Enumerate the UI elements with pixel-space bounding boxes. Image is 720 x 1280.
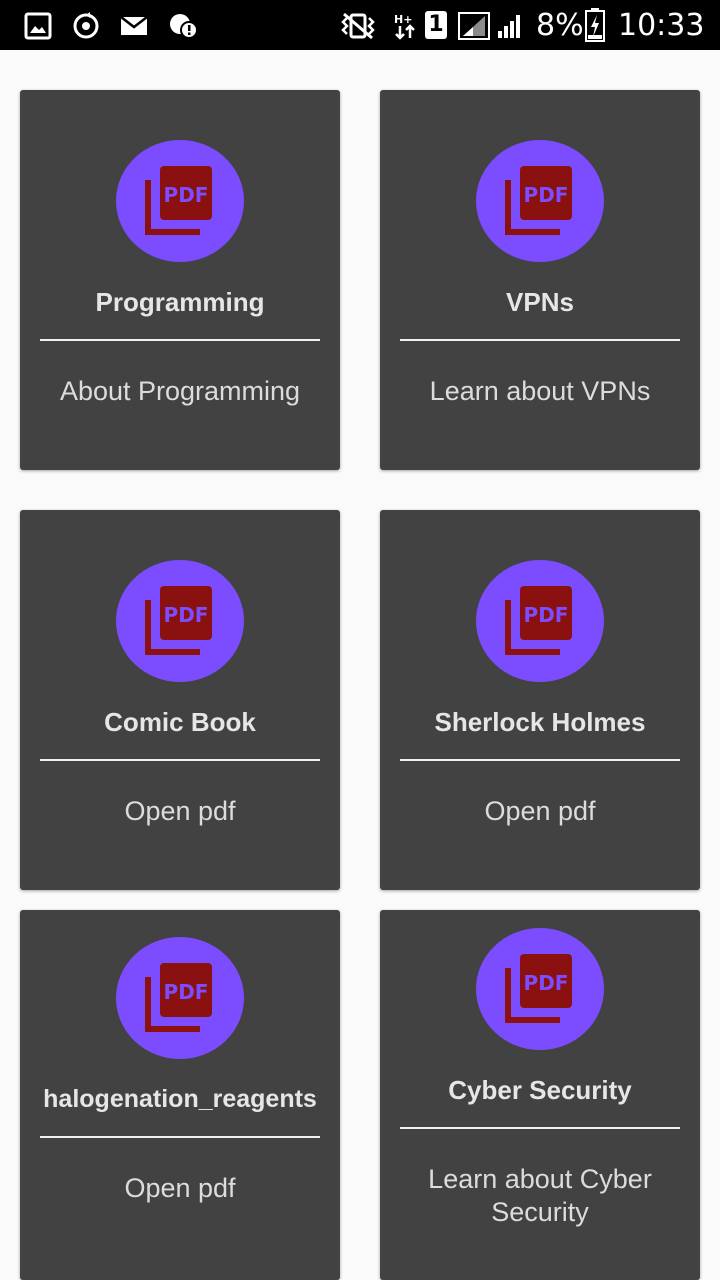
pdf-badge: PDF [116,560,244,682]
pdf-card-halogenation-reagents[interactable]: PDF halogenation_reagents Open pdf [20,910,340,1280]
pdf-badge: PDF [116,937,244,1059]
pdf-card-grid: PDF Programming About Programming PDF VP… [0,50,720,1280]
pdf-card-cyber-security[interactable]: PDF Cyber Security Learn about Cyber Sec… [380,910,700,1280]
pdf-card-sherlock-holmes[interactable]: PDF Sherlock Holmes Open pdf [380,510,700,890]
pdf-card-programming[interactable]: PDF Programming About Programming [20,90,340,470]
divider [400,339,680,341]
svg-text:PDF: PDF [164,183,209,207]
svg-text:PDF: PDF [524,971,569,995]
pdf-card-comic-book[interactable]: PDF Comic Book Open pdf [20,510,340,890]
sim-slot-badge: 1 [425,11,447,39]
svg-text:PDF: PDF [524,603,569,627]
card-title: halogenation_reagents [43,1085,317,1113]
pdf-icon: PDF [505,954,572,1023]
card-subtitle: Learn about Cyber Security [428,1164,652,1227]
signal-icon [498,15,520,38]
clock: 10:33 [618,8,705,43]
divider [40,339,320,341]
pdf-icon: PDF [145,586,212,655]
alert-icon [170,14,198,39]
pdf-badge: PDF [116,140,244,262]
pdf-badge: PDF [476,928,604,1050]
data-arrows-icon: H+ [394,13,415,40]
card-subtitle: Open pdf [484,796,596,826]
status-bar: H+ 1 8% 10:33 [0,0,720,50]
card-subtitle: About Programming [59,376,301,406]
gallery-icon [24,12,52,40]
svg-text:PDF: PDF [164,980,209,1004]
pdf-icon: PDF [145,963,212,1032]
divider [400,759,680,761]
mail-icon [120,16,148,35]
pdf-icon: PDF [145,166,212,235]
card-subtitle: Open pdf [124,1173,236,1203]
card-title: Comic Book [104,707,256,737]
card-subtitle: Learn about VPNs [429,376,651,406]
sync-icon [73,12,99,39]
card-subtitle: Open pdf [124,796,236,826]
vibrate-icon [341,12,375,40]
card-title: VPNs [506,287,574,317]
pdf-icon: PDF [505,166,572,235]
pdf-badge: PDF [476,560,604,682]
pdf-card-vpns[interactable]: PDF VPNs Learn about VPNs [380,90,700,470]
card-title: Programming [95,287,265,317]
svg-text:PDF: PDF [164,603,209,627]
pdf-badge: PDF [476,140,604,262]
divider [40,759,320,761]
card-title: Cyber Security [448,1075,632,1105]
divider [40,1136,320,1138]
battery-percent: 8% [536,8,584,43]
svg-text:H+: H+ [394,13,412,26]
pdf-icon: PDF [505,586,572,655]
divider [400,1127,680,1129]
signal-icon [458,12,490,40]
sim-slot-number: 1 [428,12,444,37]
card-title: Sherlock Holmes [434,707,646,737]
svg-text:PDF: PDF [524,183,569,207]
battery-icon [585,8,605,42]
